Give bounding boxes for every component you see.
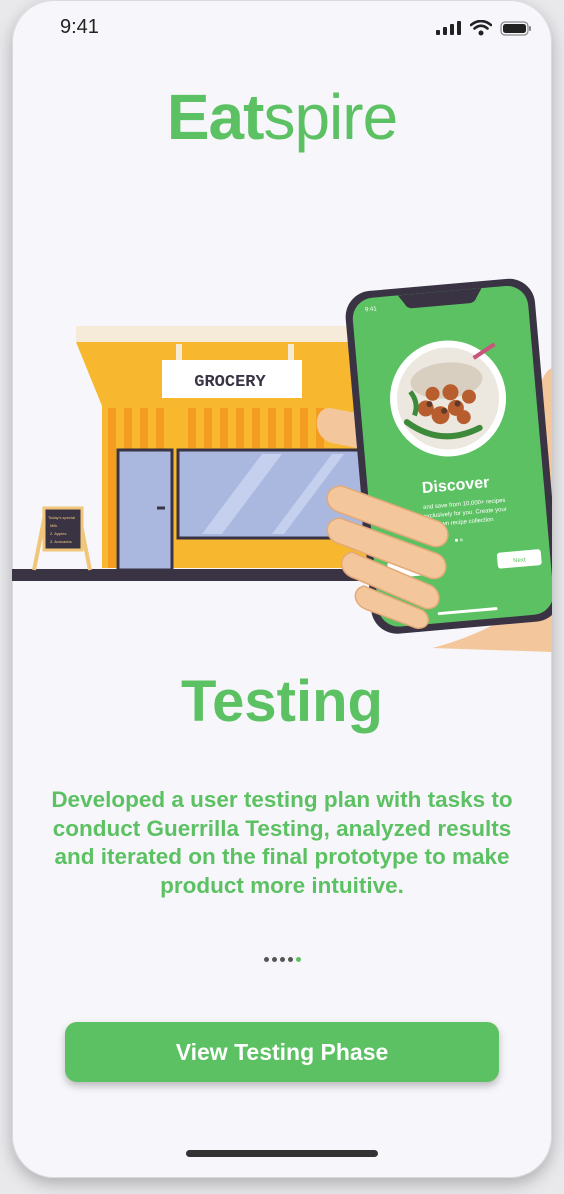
pagination-dot[interactable] (279, 957, 285, 962)
pagination-dots (12, 957, 552, 962)
mockup-time: 9:41 (365, 306, 378, 313)
pagination-dot[interactable] (263, 957, 269, 962)
signal-icon (436, 21, 461, 35)
hero-illustration: GROCERY Today's special Milk 2. Apples 3… (12, 278, 552, 652)
brand-bold: Eat (166, 81, 265, 153)
board-line-2: Milk (50, 523, 57, 528)
page-title: Testing (181, 669, 383, 734)
pagination-dot[interactable] (287, 957, 293, 962)
wifi-icon (470, 20, 492, 36)
phone-frame: 9:41 Eatspire GROCERY Today's special Mi… (12, 0, 552, 1178)
store-sign-text: GROCERY (194, 373, 266, 392)
battery-icon (500, 20, 531, 36)
status-bar: 9:41 (12, 0, 552, 56)
pagination-dot[interactable] (271, 957, 277, 962)
board-line-1: Today's special (48, 515, 75, 520)
grocery-store-illustration: GROCERY Today's special Milk 2. Apples 3… (12, 326, 372, 581)
board-line-3: 2. Apples (50, 531, 66, 536)
pagination-dot-active[interactable] (295, 957, 301, 962)
mockup-next: Next (513, 557, 526, 564)
status-icons (436, 20, 532, 36)
view-testing-phase-button[interactable]: View Testing Phase (65, 1022, 499, 1082)
brand-regular: spire (263, 81, 398, 153)
board-line-4: 3. Avocados (50, 539, 72, 544)
brand-logo: Eatspire (12, 80, 552, 154)
home-indicator[interactable] (186, 1150, 378, 1157)
chalkboard-illustration: Today's special Milk 2. Apples 3. Avocad… (32, 506, 92, 571)
page-description: Developed a user testing plan with tasks… (51, 787, 513, 898)
status-time: 9:41 (60, 16, 99, 38)
